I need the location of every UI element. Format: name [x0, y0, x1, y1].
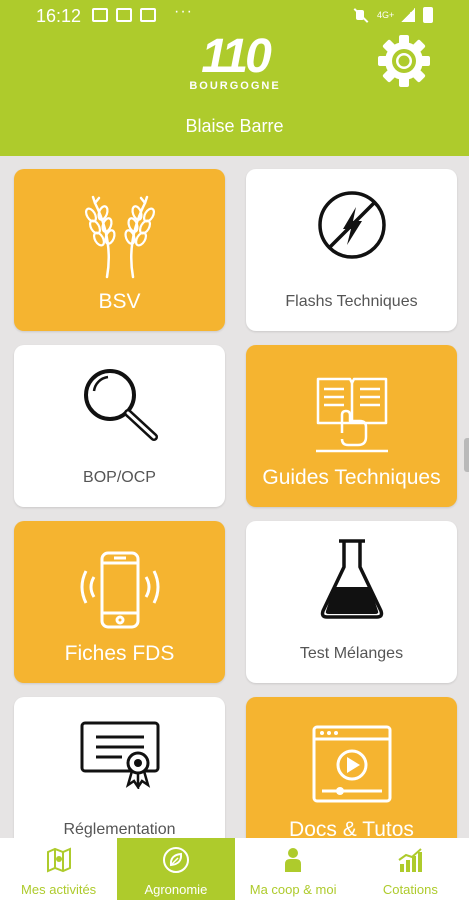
phone-icon [80, 551, 159, 629]
nav-label: Cotations [382, 882, 438, 897]
tile-bsv[interactable]: BSV [14, 169, 225, 331]
app-header: 16:12 ··· 4G+ 110 BOURGOGNE Blaise Barre [0, 0, 469, 156]
tile-reglementation[interactable]: Réglementation [14, 697, 225, 859]
tile-label: Fiches FDS [64, 642, 175, 665]
tile-label: Guides Techniques [262, 466, 441, 489]
certificate-icon [80, 721, 159, 789]
system-icons: 4G+ [353, 7, 433, 23]
tile-docs-tutos[interactable]: Docs & Tutos [246, 697, 457, 859]
more-notifications: ··· [174, 3, 193, 20]
bottom-nav: Mes activités Agronomie Ma coop & moi Co… [0, 838, 469, 900]
status-time: 16:12 [36, 6, 82, 26]
tile-label: Réglementation [63, 821, 176, 838]
mute-icon [353, 7, 369, 23]
gear-icon [378, 35, 430, 87]
logo: 110 BOURGOGNE [185, 30, 285, 100]
tile-label: BSV [98, 290, 141, 313]
lightning-icon [317, 191, 386, 259]
news-icon [140, 8, 156, 22]
tile-guides-techniques[interactable]: Guides Techniques [246, 345, 457, 507]
network-type: 4G+ [377, 9, 395, 20]
tile-fiches-fds[interactable]: Fiches FDS [14, 521, 225, 683]
flask-icon [320, 539, 383, 619]
leaf-icon [162, 847, 189, 873]
notification-icons [92, 8, 156, 22]
signal-icon [401, 8, 415, 22]
wheat-icon [84, 195, 155, 279]
video-icon [312, 725, 391, 803]
image-icon [116, 8, 132, 22]
magnifier-icon [83, 369, 158, 441]
tile-label: Test Mélanges [299, 645, 404, 662]
book-icon [315, 377, 388, 453]
tile-flashs-techniques[interactable]: Flashs Techniques [246, 169, 457, 331]
map-icon [46, 847, 71, 873]
nav-ma-coop[interactable]: Ma coop & moi [235, 838, 352, 900]
tile-label: BOP/OCP [83, 469, 156, 486]
logo-number: 110 [201, 30, 272, 83]
status-bar: 16:12 ··· 4G+ [0, 0, 469, 32]
logo-subtitle: BOURGOGNE [189, 80, 281, 92]
nav-label: Mes activités [21, 882, 97, 897]
person-icon [285, 848, 302, 872]
tile-label: Flashs Techniques [285, 293, 418, 310]
scroll-indicator[interactable] [464, 438, 469, 472]
nav-agronomie[interactable]: Agronomie [117, 838, 235, 900]
user-name: Blaise Barre [185, 116, 284, 136]
tile-test-melanges[interactable]: Test Mélanges [246, 521, 457, 683]
tile-bop-ocp[interactable]: BOP/OCP [14, 345, 225, 507]
battery-icon [423, 7, 433, 23]
nav-label: Agronomie [144, 882, 208, 897]
nav-label: Ma coop & moi [249, 882, 337, 897]
gallery-icon [92, 8, 108, 22]
settings-button[interactable] [377, 34, 431, 88]
nav-cotations[interactable]: Cotations [352, 838, 469, 900]
nav-mes-activites[interactable]: Mes activités [0, 838, 117, 900]
chart-icon [398, 848, 423, 872]
